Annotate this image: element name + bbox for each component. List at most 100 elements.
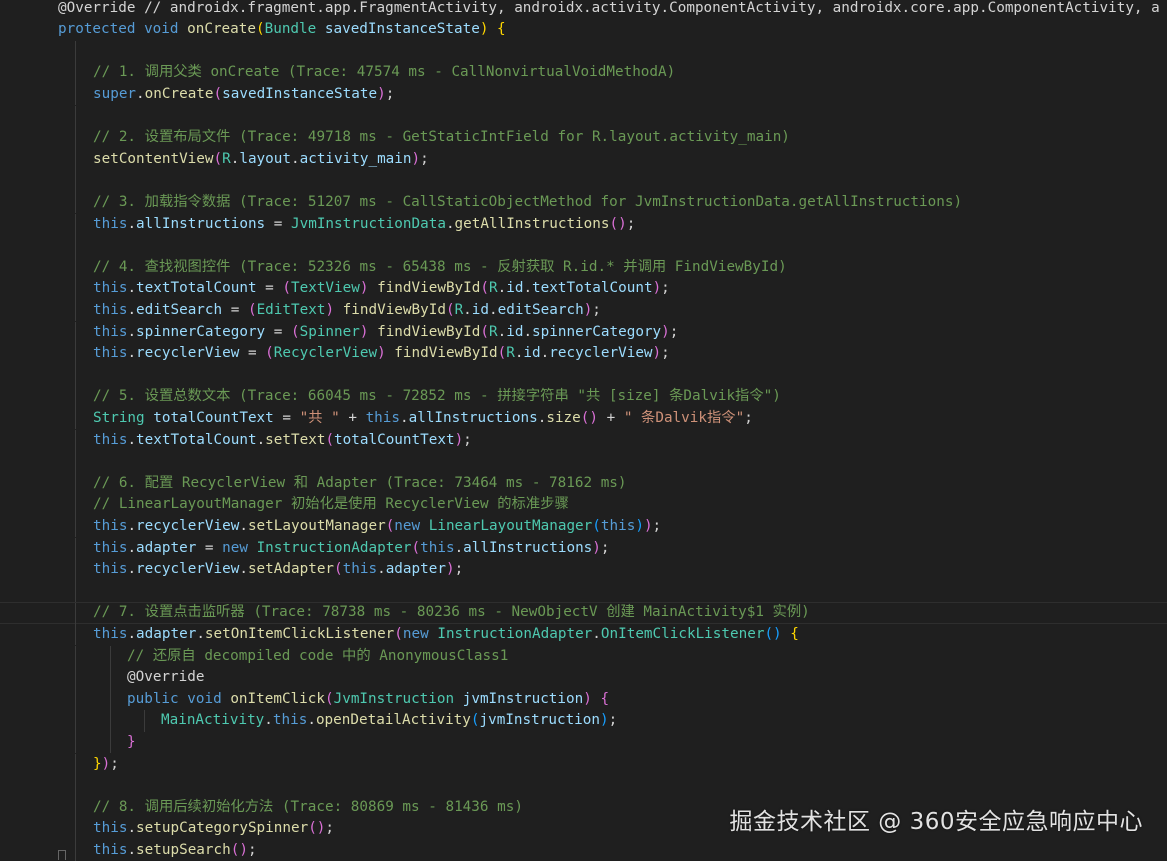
code-line[interactable] (0, 451, 1167, 473)
indent-guide (75, 321, 76, 344)
code-token: RecyclerView (273, 345, 378, 362)
code-token: . (127, 431, 137, 448)
code-line[interactable]: // 5. 设置总数文本 (Trace: 66045 ms - 72852 ms… (0, 386, 1167, 408)
code-line[interactable]: @Override // androidx.fragment.app.Fragm… (0, 0, 1167, 19)
code-text: this.adapter.setOnItemClickListener(new … (93, 624, 799, 646)
code-token: ( (394, 625, 403, 642)
code-text: // 3. 加载指令数据 (Trace: 51207 ms - CallStat… (93, 192, 962, 214)
indent-guide (75, 645, 76, 668)
code-line[interactable] (0, 40, 1167, 63)
code-line[interactable]: this.allInstructions = JvmInstructionDat… (0, 213, 1167, 236)
code-token: textTotalCount (136, 280, 257, 297)
code-token: id (506, 280, 524, 297)
code-token: layout (239, 150, 291, 167)
code-line[interactable]: setContentView(R.layout.activity_main); (0, 148, 1167, 171)
code-text: // 7. 设置点击监听器 (Trace: 78738 ms - 80236 m… (93, 603, 810, 623)
code-token: this (342, 561, 378, 578)
code-text: this.spinnerCategory = (Spinner) findVie… (93, 322, 678, 344)
code-token: = (256, 280, 283, 297)
code-line[interactable] (0, 364, 1167, 387)
code-line[interactable]: // 3. 加载指令数据 (Trace: 51207 ms - CallStat… (0, 191, 1167, 214)
code-token: ( (213, 150, 223, 167)
code-token: } (93, 755, 102, 772)
code-token: // 还原自 decompiled code 中的 AnonymousClass… (127, 647, 509, 664)
code-line[interactable]: this.textTotalCount.setText(totalCountTe… (0, 429, 1167, 452)
code-token: ; (454, 561, 464, 578)
code-token: ; (592, 301, 601, 318)
code-line[interactable] (0, 235, 1167, 257)
code-token: id (523, 345, 541, 362)
code-line[interactable]: // 6. 配置 RecyclerView 和 Adapter (Trace: … (0, 472, 1167, 495)
code-line[interactable]: this.recyclerView = (RecyclerView) findV… (0, 343, 1167, 365)
code-line[interactable] (0, 580, 1167, 603)
code-token: ; (626, 215, 636, 232)
code-token: InstructionAdapter (437, 625, 593, 642)
code-token: findViewById (377, 280, 481, 297)
code-line[interactable] (0, 170, 1167, 192)
code-text: protected void onCreate(Bundle savedInst… (58, 19, 506, 41)
code-token: this (93, 517, 128, 534)
code-line[interactable]: super.onCreate(savedInstanceState); (0, 83, 1167, 106)
code-token: ) (592, 539, 601, 556)
code-token: ( (480, 323, 489, 340)
code-line[interactable] (0, 105, 1167, 128)
code-line[interactable]: protected void onCreate(Bundle savedInst… (0, 19, 1167, 41)
code-token: allInstructions (408, 409, 538, 426)
code-line[interactable]: @Override (0, 667, 1167, 689)
code-token: . (489, 301, 498, 318)
code-text: @Override // androidx.fragment.app.Fragm… (58, 0, 1160, 19)
indent-guide (75, 40, 76, 63)
indent-guide (75, 603, 76, 625)
code-token: . (127, 323, 137, 340)
code-token: JvmInstructionData (291, 215, 446, 232)
code-token: @Override // androidx.fragment.app.Fragm… (58, 0, 1160, 16)
code-token: JvmInstruction (333, 690, 455, 707)
code-line[interactable]: // 7. 设置点击监听器 (Trace: 78738 ms - 80236 m… (0, 602, 1167, 625)
code-line[interactable]: this.recyclerView.setAdapter(this.adapte… (0, 559, 1167, 581)
code-token: setOnItemClickListener (204, 625, 395, 642)
code-line[interactable] (0, 775, 1167, 797)
code-token: this (272, 712, 308, 729)
code-line[interactable]: this.editSearch = (EditText) findViewByI… (0, 299, 1167, 322)
code-token: . (127, 625, 137, 642)
code-token: getAllInstructions (454, 215, 610, 232)
code-token: { (497, 21, 506, 38)
code-token: adapter (136, 539, 197, 556)
indent-guide (75, 105, 76, 128)
code-token: ( (282, 280, 291, 297)
code-line[interactable]: } (0, 731, 1167, 754)
code-token: . (523, 323, 533, 340)
code-line[interactable]: this.adapter = new InstructionAdapter(th… (0, 537, 1167, 560)
code-line[interactable]: // 1. 调用父类 onCreate (Trace: 47574 ms - C… (0, 62, 1167, 84)
code-token: ( (385, 517, 395, 534)
code-line[interactable]: // 还原自 decompiled code 中的 AnonymousClass… (0, 645, 1167, 668)
indent-guide (75, 235, 76, 257)
code-token: this (93, 301, 128, 318)
code-token: allInstructions (136, 215, 266, 232)
indent-guide (75, 451, 76, 473)
code-line[interactable]: this.textTotalCount = (TextView) findVie… (0, 278, 1167, 300)
code-line[interactable]: this.adapter.setOnItemClickListener(new … (0, 623, 1167, 646)
code-text: this.editSearch = (EditText) findViewByI… (93, 300, 601, 322)
code-token: setText (265, 431, 326, 448)
code-line[interactable]: this.recyclerView.setLayoutManager(new L… (0, 515, 1167, 538)
code-line[interactable]: public void onItemClick(JvmInstruction j… (0, 688, 1167, 711)
code-line[interactable]: String totalCountText = "共 " + this.allI… (0, 407, 1167, 430)
code-token: . (540, 345, 550, 362)
code-line[interactable]: MainActivity.this.openDetailActivity(jvm… (0, 710, 1167, 732)
code-token: () (230, 841, 248, 858)
code-line[interactable]: // 4. 查找视图控件 (Trace: 52326 ms - 65438 ms… (0, 256, 1167, 279)
code-token: @Override (127, 669, 205, 686)
code-token: . (136, 85, 145, 102)
code-line[interactable]: this.spinnerCategory = (Spinner) findVie… (0, 321, 1167, 344)
code-line[interactable]: }); (0, 753, 1167, 776)
code-token: this (93, 215, 128, 232)
code-line[interactable]: // LinearLayoutManager 初始化是使用 RecyclerVi… (0, 494, 1167, 516)
code-line[interactable]: this.setupSearch(); (0, 839, 1167, 861)
code-token: id (506, 323, 524, 340)
code-token: ( (325, 690, 334, 707)
code-editor[interactable]: @Override // androidx.fragment.app.Fragm… (0, 0, 1167, 861)
code-line[interactable]: // 2. 设置布局文件 (Trace: 49718 ms - GetStati… (0, 127, 1167, 149)
